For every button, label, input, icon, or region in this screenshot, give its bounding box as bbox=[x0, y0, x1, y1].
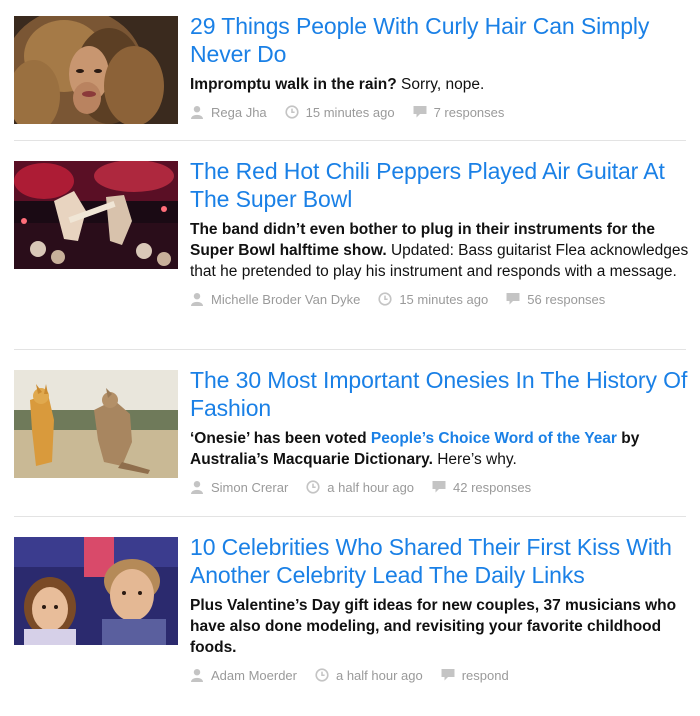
story-headline[interactable]: 29 Things People With Curly Hair Can Sim… bbox=[190, 12, 690, 68]
story-meta: Adam Moerder a half hour ago respond bbox=[190, 666, 690, 684]
responses-count: 56 responses bbox=[527, 291, 606, 307]
dek-bold: Plus Valentine’s Day gift ideas for new … bbox=[190, 597, 677, 656]
user-icon bbox=[190, 668, 204, 682]
dek-bold: ‘Onesie’ has been voted bbox=[190, 430, 371, 447]
author-link[interactable]: Simon Crerar bbox=[190, 480, 288, 495]
story-headline[interactable]: The 30 Most Important Onesies In The His… bbox=[190, 366, 690, 422]
responses-link[interactable]: 56 responses bbox=[506, 292, 605, 307]
clock-icon bbox=[306, 480, 320, 494]
timestamp: 15 minutes ago bbox=[378, 292, 488, 307]
story-headline[interactable]: The Red Hot Chili Peppers Played Air Gui… bbox=[190, 157, 690, 213]
celebrities-photo bbox=[14, 537, 178, 645]
concert-photo bbox=[14, 161, 178, 269]
time-label: 15 minutes ago bbox=[305, 104, 395, 120]
clock-icon bbox=[378, 292, 392, 306]
responses-count: 7 responses bbox=[433, 104, 505, 120]
timestamp: a half hour ago bbox=[306, 480, 414, 495]
author-name: Michelle Broder Van Dyke bbox=[211, 291, 361, 307]
story-dek: The band didn’t even bother to plug in t… bbox=[190, 219, 690, 282]
story-dek: Impromptu walk in the rain? Sorry, nope. bbox=[190, 74, 690, 95]
story-headline[interactable]: 10 Celebrities Who Shared Their First Ki… bbox=[190, 533, 690, 589]
clock-icon bbox=[315, 668, 329, 682]
comment-icon bbox=[441, 668, 455, 682]
story-thumbnail[interactable] bbox=[14, 161, 178, 269]
clock-icon bbox=[285, 105, 299, 119]
user-icon bbox=[190, 480, 204, 494]
author-link[interactable]: Adam Moerder bbox=[190, 668, 297, 683]
author-name: Simon Crerar bbox=[211, 479, 289, 495]
author-name: Rega Jha bbox=[211, 104, 267, 120]
comment-icon bbox=[432, 480, 446, 494]
user-icon bbox=[190, 105, 204, 119]
story-divider bbox=[14, 516, 686, 517]
comment-icon bbox=[506, 292, 520, 306]
story-divider bbox=[14, 140, 686, 141]
story-thumbnail[interactable] bbox=[14, 370, 178, 478]
dek-bold: Impromptu walk in the rain? bbox=[190, 76, 397, 93]
comment-icon bbox=[413, 105, 427, 119]
timestamp: 15 minutes ago bbox=[285, 105, 395, 120]
story-dek: Plus Valentine’s Day gift ideas for new … bbox=[190, 595, 690, 658]
time-label: 15 minutes ago bbox=[399, 291, 489, 307]
author-name: Adam Moerder bbox=[211, 667, 297, 683]
story-dek: ‘Onesie’ has been voted People’s Choice … bbox=[190, 428, 690, 470]
story-thumbnail[interactable] bbox=[14, 537, 178, 645]
user-icon bbox=[190, 292, 204, 306]
story-thumbnail[interactable] bbox=[14, 16, 178, 124]
time-label: a half hour ago bbox=[335, 667, 423, 683]
story-meta: Michelle Broder Van Dyke 15 minutes ago … bbox=[190, 290, 690, 308]
responses-link[interactable]: 42 responses bbox=[432, 480, 531, 495]
responses-count: 42 responses bbox=[453, 479, 532, 495]
story-meta: Simon Crerar a half hour ago 42 response… bbox=[190, 478, 690, 496]
author-link[interactable]: Rega Jha bbox=[190, 105, 267, 120]
kangaroo-photo bbox=[14, 370, 178, 478]
timestamp: a half hour ago bbox=[315, 668, 423, 683]
responses-link[interactable]: respond bbox=[441, 668, 509, 683]
curly-hair-photo bbox=[14, 16, 178, 124]
responses-link[interactable]: 7 responses bbox=[413, 104, 505, 120]
story-divider bbox=[14, 349, 686, 350]
dek-text: Sorry, nope. bbox=[396, 76, 485, 93]
author-link[interactable]: Michelle Broder Van Dyke bbox=[190, 292, 360, 307]
dek-inline-link[interactable]: People’s Choice Word of the Year bbox=[371, 430, 617, 447]
responses-count: respond bbox=[461, 667, 509, 683]
time-label: a half hour ago bbox=[327, 479, 415, 495]
story-meta: Rega Jha 15 minutes ago 7 responses bbox=[190, 103, 690, 121]
dek-text: Here’s why. bbox=[432, 451, 517, 468]
